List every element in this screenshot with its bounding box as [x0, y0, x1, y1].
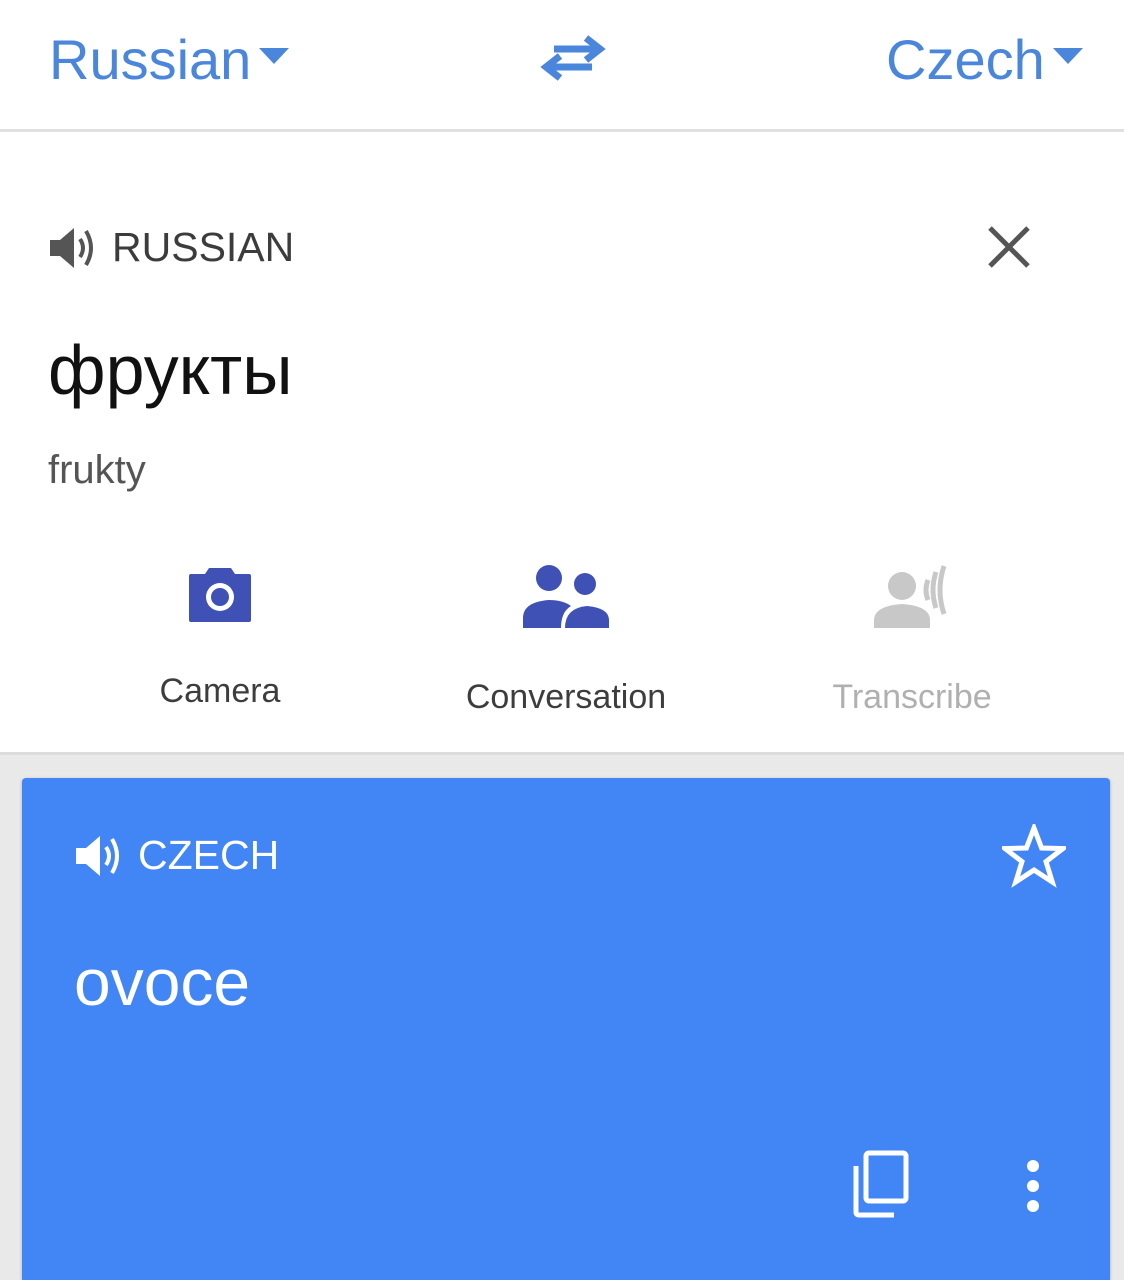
translation-listen-button[interactable]: CZECH — [74, 832, 279, 879]
conversation-icon — [523, 565, 609, 628]
translation-text: ovoce — [74, 945, 251, 1019]
copy-icon[interactable] — [850, 1150, 910, 1218]
transcribe-label: Transcribe — [832, 678, 992, 716]
transcribe-icon — [874, 565, 947, 628]
source-language-selector[interactable]: Russian — [49, 26, 290, 94]
transcribe-button[interactable]: Transcribe — [782, 564, 1042, 717]
transliteration-text: frukty — [48, 448, 146, 492]
source-text[interactable]: фрукты — [48, 328, 293, 412]
language-bar: Russian Czech — [0, 0, 1124, 132]
conversation-button[interactable]: Conversation — [436, 564, 696, 717]
source-language-caption: RUSSIAN — [112, 224, 295, 270]
target-language-label: Czech — [886, 28, 1045, 91]
dropdown-caret-icon — [1052, 48, 1083, 64]
translation-card: CZECH ovoce — [22, 778, 1110, 1280]
translation-language-caption: CZECH — [138, 832, 280, 878]
speaker-icon — [50, 227, 93, 268]
close-icon[interactable] — [984, 222, 1034, 272]
source-language-label: Russian — [49, 28, 252, 91]
input-card: RUSSIAN фрукты frukty Camera Conversatio… — [0, 132, 1124, 755]
target-language-selector[interactable]: Czech — [886, 26, 1083, 94]
dropdown-caret-icon — [259, 48, 290, 64]
speaker-icon — [76, 835, 119, 876]
source-listen-button[interactable]: RUSSIAN — [48, 224, 294, 271]
star-icon[interactable] — [1002, 824, 1066, 888]
swap-arrows-icon[interactable] — [540, 33, 606, 83]
camera-label: Camera — [159, 672, 281, 710]
camera-icon — [189, 568, 251, 622]
conversation-label: Conversation — [465, 678, 667, 716]
more-options-icon[interactable] — [1018, 1158, 1048, 1214]
camera-button[interactable]: Camera — [90, 564, 350, 711]
